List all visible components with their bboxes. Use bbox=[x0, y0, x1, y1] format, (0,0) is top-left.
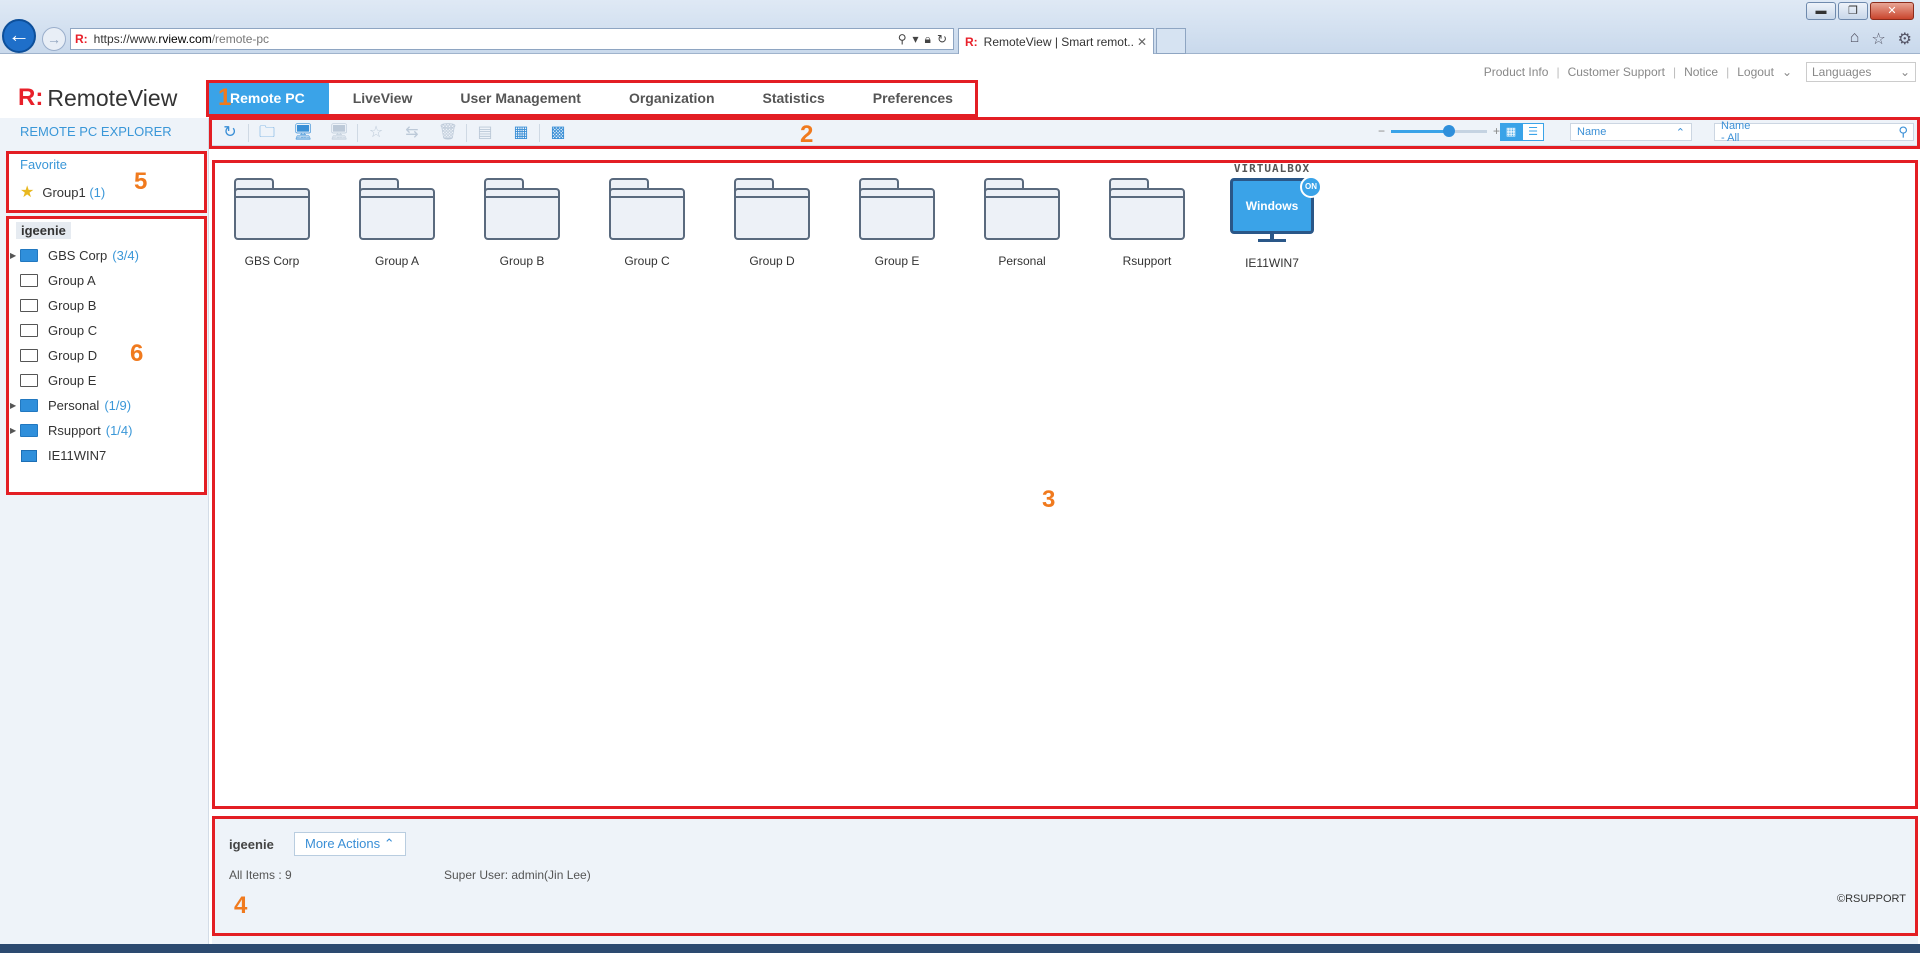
link-product-info[interactable]: Product Info bbox=[1484, 65, 1549, 79]
favorites-star-icon[interactable]: ☆ bbox=[1871, 29, 1885, 49]
language-select[interactable]: Languages ⌄ bbox=[1806, 62, 1916, 82]
minimize-button[interactable]: ▬ bbox=[1806, 2, 1836, 20]
annotation-number-5: 5 bbox=[134, 168, 148, 195]
explorer-title: REMOTE PC EXPLORER bbox=[20, 124, 172, 139]
chevron-down-icon: ⌄ bbox=[1899, 65, 1910, 79]
close-window-button[interactable]: ✕ bbox=[1870, 2, 1914, 20]
annotation-box-2 bbox=[209, 117, 1920, 149]
new-tab-button[interactable] bbox=[1156, 28, 1186, 54]
chevron-down-icon[interactable]: ⌄ bbox=[1782, 65, 1792, 79]
annotation-number-1: 1 bbox=[218, 84, 232, 111]
link-customer-support[interactable]: Customer Support bbox=[1568, 65, 1665, 79]
annotation-box-5 bbox=[6, 151, 207, 213]
gear-icon[interactable]: ⚙ bbox=[1898, 29, 1912, 49]
address-bar[interactable]: R: https://www.rview.com/remote-pc ⚲ ▾ 🔒… bbox=[70, 28, 954, 50]
logo-mark-icon: R: bbox=[18, 84, 44, 111]
search-icon[interactable]: ⚲ bbox=[898, 32, 907, 47]
forward-button[interactable]: → bbox=[42, 27, 66, 51]
restore-button[interactable]: ❐ bbox=[1838, 2, 1868, 20]
close-tab-icon[interactable]: ✕ bbox=[1137, 35, 1147, 49]
browser-tab[interactable]: R: RemoteView | Smart remot... ✕ bbox=[958, 28, 1154, 54]
dropdown-arrow-icon[interactable]: ▾ bbox=[913, 32, 919, 47]
annotation-box-6 bbox=[6, 216, 207, 495]
link-notice[interactable]: Notice bbox=[1684, 65, 1718, 79]
annotation-box-4 bbox=[212, 816, 1918, 936]
site-favicon: R: bbox=[75, 32, 88, 46]
address-url: https://www.rview.com/remote-pc bbox=[93, 32, 270, 46]
annotation-box-3 bbox=[212, 160, 1918, 809]
annotation-number-2: 2 bbox=[800, 121, 814, 148]
annotation-number-4: 4 bbox=[234, 892, 248, 919]
home-icon[interactable]: ⌂ bbox=[1850, 29, 1860, 49]
tab-favicon: R: bbox=[965, 34, 978, 49]
top-links: Product Info | Customer Support | Notice… bbox=[1484, 62, 1916, 82]
app-logo[interactable]: R: RemoteView bbox=[18, 84, 177, 112]
annotation-number-6: 6 bbox=[130, 340, 144, 367]
annotation-number-3: 3 bbox=[1042, 486, 1056, 513]
lock-icon[interactable]: 🔒︎ bbox=[925, 32, 931, 47]
refresh-icon[interactable]: ↻ bbox=[937, 32, 947, 47]
link-logout[interactable]: Logout bbox=[1737, 65, 1774, 79]
taskbar bbox=[0, 944, 1920, 953]
back-button[interactable]: ← bbox=[2, 19, 36, 53]
tab-title: RemoteView | Smart remot... bbox=[983, 34, 1133, 49]
annotation-box-1 bbox=[206, 80, 978, 117]
